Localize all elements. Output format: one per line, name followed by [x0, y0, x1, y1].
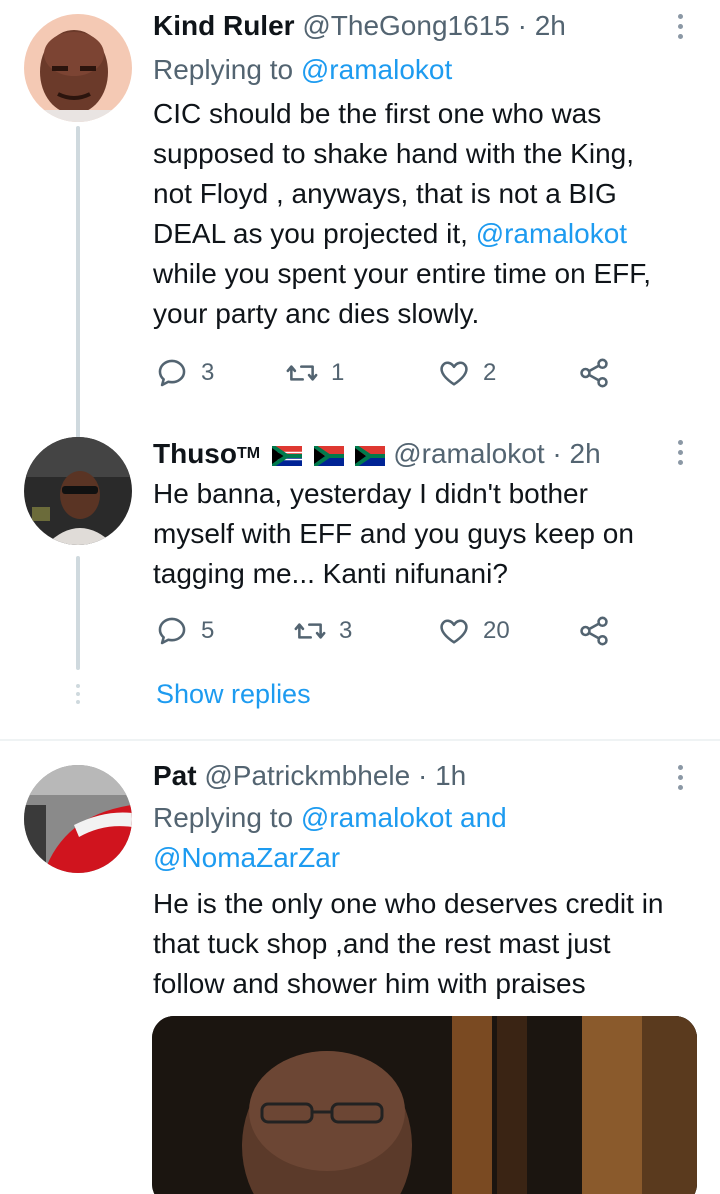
replying-to-line: Replying to @ramalokot and — [153, 798, 507, 838]
tweet-actions: 5 3 20 — [155, 613, 625, 649]
replying-to-label: Replying to — [153, 802, 301, 833]
text-line: not Floyd , anyways, that is not a BIG — [153, 178, 617, 209]
tweet-header: ThusoTM @ramalokot · 2h — [153, 438, 601, 470]
text-line: supposed to shake hand with the King, — [153, 138, 635, 169]
avatar[interactable] — [24, 437, 132, 545]
text-line: follow and shower him with praises — [153, 968, 586, 999]
mention-link[interactable]: @ramalokot — [476, 218, 627, 249]
mention-link[interactable]: @ramalokot — [301, 54, 452, 85]
like-count: 2 — [483, 359, 497, 386]
like-icon — [440, 361, 468, 386]
mention-link[interactable]: @NomaZarZar — [153, 838, 507, 878]
display-name[interactable]: Pat — [153, 760, 197, 791]
separator: · — [417, 760, 428, 791]
reply-button[interactable]: 3 — [155, 355, 214, 391]
replying-to: Replying to @ramalokot — [153, 50, 452, 90]
retweet-count: 1 — [331, 359, 345, 386]
replying-to-label: Replying to — [153, 54, 301, 85]
share-button[interactable] — [577, 355, 611, 391]
tweet-text: He banna, yesterday I didn't bother myse… — [153, 474, 703, 594]
tweet-actions: 3 1 2 — [155, 355, 625, 391]
display-name[interactable]: Kind Ruler — [153, 10, 295, 41]
more-replies-dots — [73, 684, 83, 708]
text-line: tagging me... Kanti nifunani? — [153, 558, 508, 589]
retweet-icon — [294, 623, 326, 639]
flag-icon — [355, 445, 386, 466]
reply-button[interactable]: 5 — [155, 613, 214, 649]
text-line: your party anc dies slowly. — [153, 298, 480, 329]
more-icon[interactable] — [674, 440, 686, 470]
and-others-link[interactable]: and — [452, 802, 507, 833]
retweet-count: 3 — [339, 617, 353, 644]
avatar[interactable] — [24, 765, 132, 873]
replying-to: Replying to @ramalokot and @NomaZarZar — [153, 798, 507, 878]
like-button[interactable]: 20 — [437, 613, 510, 649]
tweet-text: CIC should be the first one who was supp… — [153, 94, 703, 334]
reply-count: 5 — [201, 617, 215, 644]
retweet-button[interactable]: 3 — [293, 613, 352, 649]
reply-count: 3 — [201, 359, 215, 386]
text-segment: DEAL as you projected it, — [153, 218, 476, 249]
divider — [0, 739, 720, 741]
reply-icon — [158, 617, 186, 645]
separator: · — [517, 10, 527, 41]
reply-icon — [158, 359, 186, 387]
username[interactable]: @Patrickmbhele — [204, 760, 410, 791]
avatar[interactable] — [24, 14, 132, 122]
display-name[interactable]: ThusoTM — [153, 438, 260, 469]
text-line: while you spent your entire time on EFF, — [153, 258, 652, 289]
display-name-text: Thuso — [153, 438, 237, 469]
share-icon — [580, 616, 608, 646]
text-line: myself with EFF and you guys keep on — [153, 518, 634, 549]
share-button[interactable] — [577, 613, 611, 649]
text-line: that tuck shop ,and the rest mast just — [153, 928, 611, 959]
username[interactable]: @ramalokot — [393, 438, 544, 469]
retweet-button[interactable]: 1 — [285, 355, 344, 391]
separator: · — [552, 438, 562, 469]
show-replies-link[interactable]: Show replies — [156, 679, 311, 710]
more-icon[interactable] — [674, 14, 686, 44]
flag-icon — [271, 445, 302, 466]
thread-line — [76, 126, 80, 442]
thread-line — [76, 556, 80, 670]
timestamp[interactable]: 1h — [435, 760, 466, 791]
tweet-media-image[interactable] — [152, 1016, 697, 1194]
text-line: CIC should be the first one who was — [153, 98, 602, 129]
like-icon — [440, 619, 468, 644]
text-line: He banna, yesterday I didn't bother — [153, 478, 588, 509]
trademark-mark: TM — [237, 445, 261, 462]
tweet-header: Kind Ruler @TheGong1615 · 2h — [153, 10, 566, 42]
mention-link[interactable]: @ramalokot — [301, 802, 452, 833]
share-icon — [580, 358, 608, 388]
more-icon[interactable] — [674, 765, 686, 795]
username[interactable]: @TheGong1615 — [302, 10, 509, 41]
tweet-header: Pat @Patrickmbhele · 1h — [153, 760, 466, 792]
text-line: DEAL as you projected it, @ramalokot — [153, 214, 703, 254]
timestamp[interactable]: 2h — [570, 438, 601, 469]
like-count: 20 — [483, 617, 510, 644]
like-button[interactable]: 2 — [437, 355, 496, 391]
retweet-icon — [286, 365, 318, 381]
timestamp[interactable]: 2h — [535, 10, 566, 41]
tweet-text: He is the only one who deserves credit i… — [153, 884, 703, 1004]
flag-icon — [313, 445, 344, 466]
text-line: He is the only one who deserves credit i… — [153, 888, 664, 919]
